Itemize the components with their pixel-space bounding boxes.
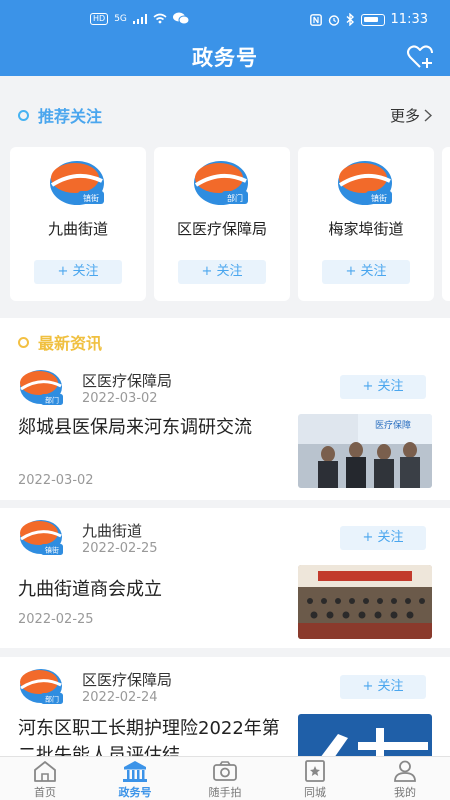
top-bar: HD 5G 11:33 政务号 [0,0,450,76]
tab-label: 我的 [394,786,416,799]
section-dot-icon [18,336,29,348]
recommend-title: 推荐关注 [38,107,103,126]
section-dot-icon [18,109,29,121]
news-section: 最新资讯 [0,318,450,362]
card-name: 梅家埠街道 [328,220,404,238]
town-logo-icon: 镇街 [20,520,63,555]
wechat-icon [172,12,189,25]
town-logo-icon: 镇街 [338,161,392,205]
follow-button[interactable]: + 关注 [178,260,266,284]
department-logo-icon: 部门 [194,161,248,205]
more-label: 更多 [389,107,420,125]
follow-button[interactable]: + 关注 [340,675,426,699]
tab-profile[interactable]: 我的 [360,757,450,800]
camera-icon [213,761,237,781]
status-right: 11:33 [309,12,428,27]
tab-label: 首页 [34,786,56,799]
chevron-right-icon [424,109,432,122]
news-source[interactable]: 区医疗保障局 [82,669,172,690]
clock-time: 11:33 [390,12,428,27]
news-headline[interactable]: 河东区职工长期护理险2022年第二批失能人员评估结 [18,715,290,756]
news-source-date: 2022-02-25 [82,541,158,556]
news-publish-date: 2022-02-25 [18,612,94,627]
follow-button[interactable]: + 关注 [340,526,426,550]
news-item[interactable]: 镇街 九曲街道 2022-02-25 + 关注 九曲街道商会成立 2022-02… [0,508,450,648]
city-icon [305,760,325,782]
card-badge: 镇街 [371,193,387,203]
news-thumbnail-image[interactable]: 医疗保障 [298,414,432,488]
news-source[interactable]: 区医疗保障局 [82,370,172,391]
recommend-card-partial[interactable] [442,147,450,301]
news-source[interactable]: 九曲街道 [82,520,142,541]
svg-text:医疗保障: 医疗保障 [375,419,411,431]
news-source-date: 2022-02-24 [82,690,158,705]
tab-government[interactable]: 政务号 [90,757,180,800]
news-headline[interactable]: 九曲街道商会成立 [18,576,290,603]
tab-label: 政务号 [118,786,152,799]
follow-button[interactable]: + 关注 [34,260,122,284]
signal-label: 5G [114,13,127,24]
card-badge: 部门 [227,193,243,203]
news-item[interactable]: 部门 区医疗保障局 2022-03-02 + 关注 郯城县医保局来河东调研交流 … [0,362,450,500]
follow-button[interactable]: + 关注 [322,260,410,284]
battery-icon [360,13,385,26]
more-link[interactable]: 更多 [390,105,432,126]
recommend-card[interactable]: 镇街 九曲街道 + 关注 [10,147,146,301]
card-name: 九曲街道 [47,220,108,238]
home-icon [34,761,56,782]
hd-badge: HD [90,12,109,25]
follow-list-heart-icon[interactable] [406,44,434,70]
tab-home[interactable]: 首页 [0,757,90,800]
news-publish-date: 2022-03-02 [18,473,94,488]
profile-icon [394,760,416,782]
news-badge: 部门 [45,396,59,405]
news-source-date: 2022-03-02 [82,391,158,406]
news-thumbnail-image[interactable] [298,565,432,639]
card-name: 区医疗保障局 [176,220,267,238]
tab-city[interactable]: 同城 [270,757,360,800]
wifi-icon [153,13,167,24]
status-bar: HD 5G 11:33 [0,0,450,36]
department-logo-icon: 部门 [20,370,63,405]
news-title: 最新资讯 [38,334,103,353]
recommend-cards: 镇街 九曲街道 + 关注 部门 区医疗保障局 + 关注 镇街 梅家埠街道 + 关… [0,147,450,301]
news-item[interactable]: 部门 区医疗保障局 2022-02-24 + 关注 河东区职工长期护理险2022… [0,657,450,788]
government-icon [123,761,147,782]
nfc-icon [309,13,322,26]
follow-button[interactable]: + 关注 [340,375,426,399]
tab-label: 随手拍 [208,786,242,799]
bottom-tab-bar: 首页 政务号 随手拍 同城 我的 [0,756,450,800]
news-badge: 部门 [45,695,59,704]
page-title: 政务号 [192,46,258,70]
recommend-header: 推荐关注 更多 [0,90,450,140]
tab-snapshot[interactable]: 随手拍 [180,757,270,800]
news-header: 最新资讯 [0,318,450,366]
news-badge: 镇街 [45,546,59,555]
tab-label: 同城 [304,786,326,799]
department-logo-icon: 部门 [20,669,63,704]
recommend-card[interactable]: 部门 区医疗保障局 + 关注 [154,147,290,301]
status-left: HD 5G [90,12,189,25]
alarm-icon [328,14,339,26]
recommend-card[interactable]: 镇街 梅家埠街道 + 关注 [298,147,434,301]
news-headline[interactable]: 郯城县医保局来河东调研交流 [18,414,290,441]
card-badge: 镇街 [83,193,99,203]
signal-icon [132,13,147,24]
bluetooth-icon [346,13,354,26]
town-logo-icon: 镇街 [50,161,104,205]
